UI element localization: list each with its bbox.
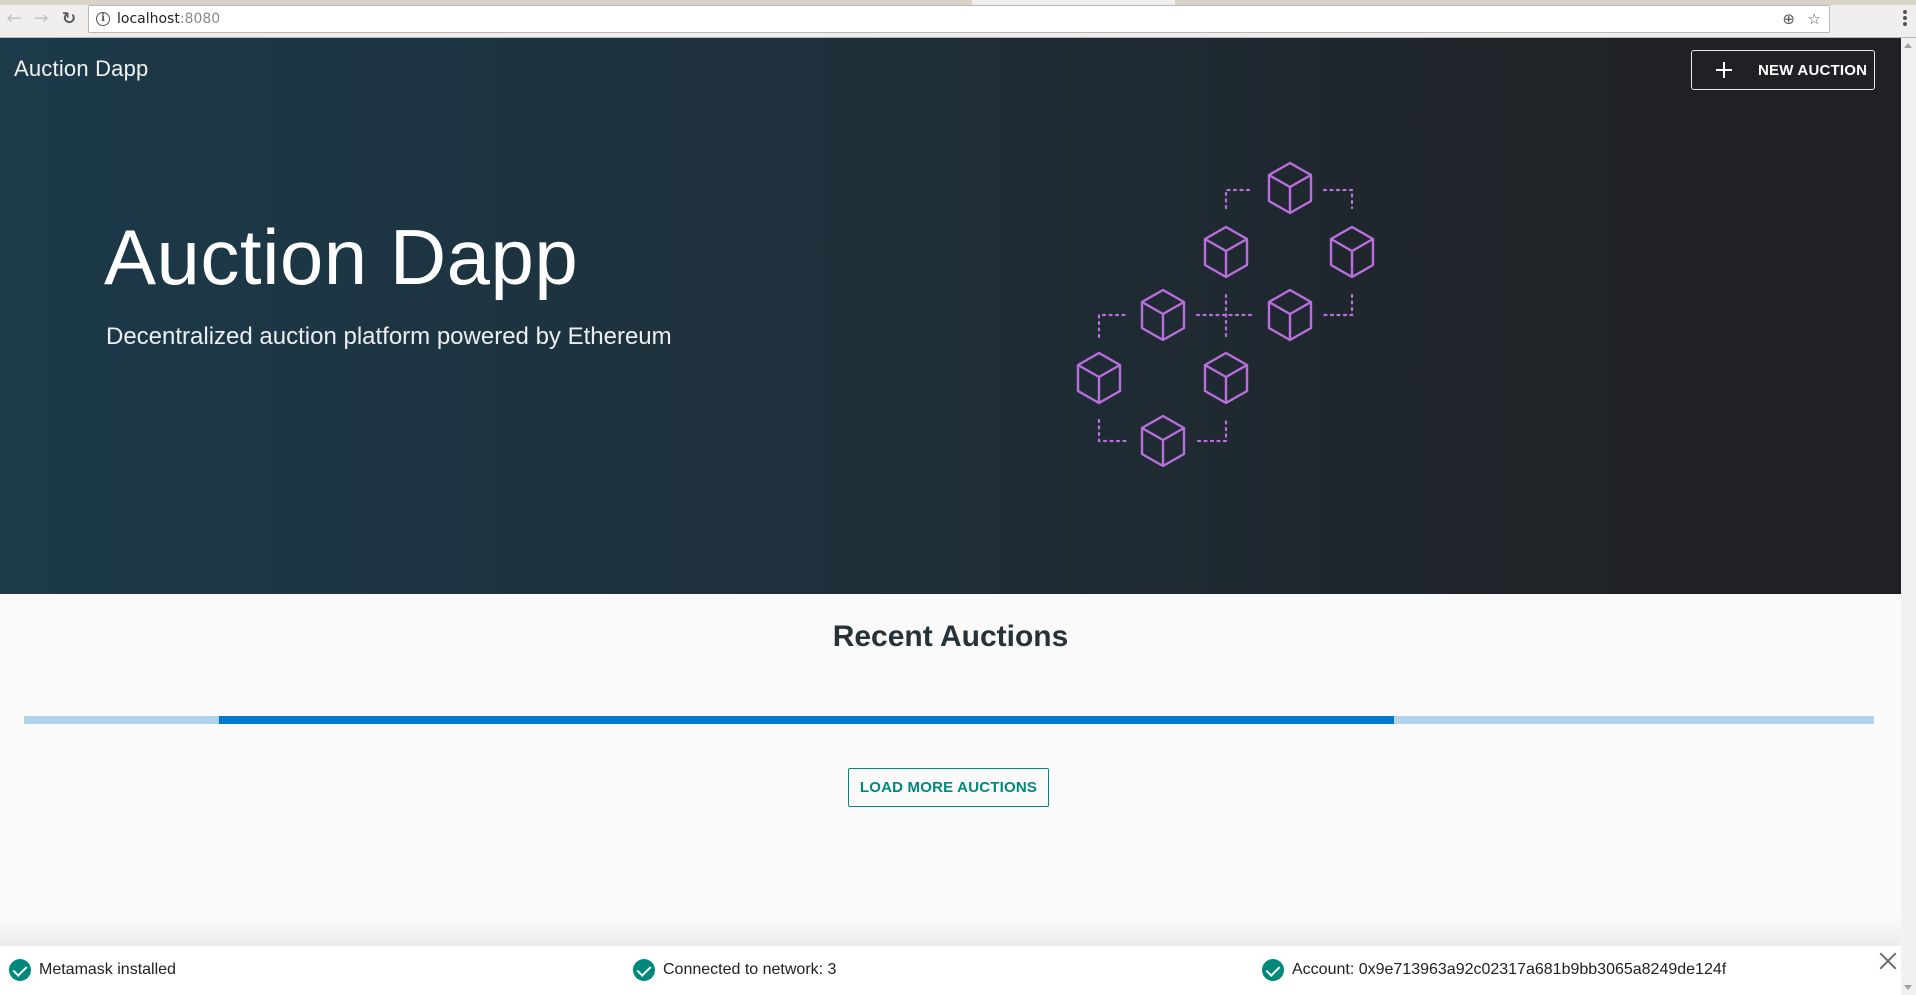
progress-indicator: [219, 716, 1394, 724]
connector-line: [1097, 313, 1129, 339]
check-circle-icon: [9, 959, 31, 981]
cube-icon: [1140, 414, 1186, 468]
zoom-in-icon[interactable]: ⊕: [1782, 10, 1795, 28]
blockchain-cubes-icon: [1076, 161, 1375, 468]
status-text: Connected to network: 3: [663, 961, 837, 978]
connector-line: [1322, 293, 1354, 317]
star-icon[interactable]: ☆: [1808, 10, 1821, 28]
cube-icon: [1329, 225, 1375, 279]
check-circle-icon: [1262, 959, 1284, 981]
connector-line: [1196, 418, 1228, 443]
vertical-scrollbar[interactable]: [1901, 38, 1916, 995]
hero-subtitle: Decentralized auction platform powered b…: [106, 323, 672, 350]
cube-icon: [1267, 161, 1313, 215]
brand-title[interactable]: Auction Dapp: [14, 56, 149, 82]
new-auction-button[interactable]: NEW AUCTION: [1691, 50, 1875, 90]
status-metamask: Metamask installed: [0, 946, 628, 994]
recent-auctions-heading: Recent Auctions: [832, 620, 1069, 653]
hero-title: Auction Dapp: [104, 213, 579, 301]
cube-icon: [1140, 288, 1186, 342]
url-text[interactable]: localhost:8080: [117, 11, 220, 27]
status-network: Connected to network: 3: [628, 946, 1256, 994]
check-circle-icon: [633, 959, 655, 981]
browser-toolbar: ← → ↻ i localhost:8080 ⊕ ☆: [0, 0, 1916, 38]
url-host: localhost: [117, 11, 180, 27]
plus-icon: [1716, 62, 1732, 78]
status-bar: Metamask installed Connected to network:…: [0, 946, 1901, 995]
new-auction-label: NEW AUCTION: [1758, 61, 1868, 79]
kebab-menu-icon[interactable]: [1902, 9, 1908, 29]
connector-line: [1224, 188, 1255, 210]
cube-icon: [1203, 351, 1249, 405]
loading-progress-bar: [24, 716, 1874, 724]
status-bar-shadow: [0, 918, 1901, 946]
connector-line: [1322, 188, 1354, 210]
cube-icon: [1076, 351, 1122, 405]
hero-section: Auction Dapp NEW AUCTION Auction Dapp De…: [0, 38, 1901, 594]
status-text: Account: 0x9e713963a92c02317a681b9bb3065…: [1292, 961, 1727, 978]
status-text: Metamask installed: [39, 961, 176, 978]
status-account: Account: 0x9e713963a92c02317a681b9bb3065…: [1256, 946, 1884, 994]
info-icon[interactable]: i: [96, 12, 110, 26]
connector-line: [1097, 418, 1129, 443]
scroll-up-arrow-icon[interactable]: [1904, 43, 1912, 48]
url-port: :8080: [179, 11, 221, 27]
cube-icon: [1267, 288, 1313, 342]
reload-icon[interactable]: ↻: [59, 9, 79, 29]
address-bar[interactable]: i localhost:8080 ⊕ ☆: [88, 5, 1830, 33]
cube-icon: [1203, 225, 1249, 279]
back-arrow-icon[interactable]: ←: [4, 9, 24, 29]
forward-arrow-icon[interactable]: →: [31, 9, 51, 29]
page-viewport: Auction Dapp NEW AUCTION Auction Dapp De…: [0, 38, 1901, 995]
close-icon[interactable]: [1879, 952, 1897, 970]
load-more-auctions-button[interactable]: LOAD MORE AUCTIONS: [848, 768, 1049, 807]
scroll-down-arrow-icon[interactable]: [1904, 985, 1912, 990]
